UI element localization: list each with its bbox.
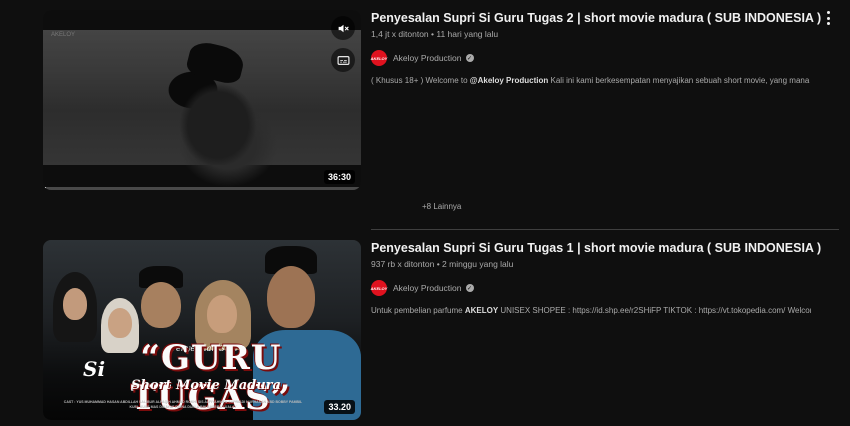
mute-button[interactable]: [331, 16, 355, 40]
view-count: 1,4 jt x ditonton: [371, 29, 429, 39]
video-title[interactable]: Penyesalan Supri Si Guru Tugas 2 | short…: [371, 11, 821, 25]
thumbnail-watermark: AKELOY: [51, 32, 76, 38]
upload-age: 2 minggu yang lalu: [442, 259, 514, 269]
poster-person: [108, 308, 132, 338]
result-divider: [371, 229, 839, 230]
video-description: ( Khusus 18+ ) Welcome to @Akeloy Produc…: [371, 76, 811, 85]
verified-icon: ✓: [465, 54, 474, 62]
poster-person: [207, 295, 237, 333]
video-meta: 937 rb x ditonton • 2 minggu yang lalu: [371, 259, 514, 269]
channel-avatar[interactable]: AKELOY: [371, 280, 387, 296]
description-mention[interactable]: @Akeloy Production: [470, 76, 548, 85]
captions-button[interactable]: [331, 48, 355, 72]
video-title[interactable]: Penyesalan Supri Si Guru Tugas 1 | short…: [371, 241, 821, 255]
video-thumbnail-1[interactable]: AKELOY 36:30: [43, 10, 361, 190]
view-count: 937 rb x ditonton: [371, 259, 435, 269]
video-result-1[interactable]: AKELOY 36:30 Penyesalan Supri Si Guru Tu…: [43, 10, 840, 190]
mute-icon: [338, 24, 349, 32]
captions-icon: [337, 55, 349, 65]
video-thumbnail-2[interactable]: Penyesalan Supri Si “GURU TUGAS” Short M…: [43, 240, 361, 420]
channel-avatar[interactable]: AKELOY: [371, 50, 387, 66]
video-info-2: Penyesalan Supri Si Guru Tugas 1 | short…: [371, 240, 821, 315]
upload-age: 11 hari yang lalu: [436, 29, 499, 39]
more-vert-icon[interactable]: [822, 10, 834, 26]
video-description: Untuk pembelian parfume AKELOY UNISEX SH…: [371, 306, 811, 315]
channel-name[interactable]: Akeloy Production: [393, 283, 462, 293]
poster-person: [141, 282, 181, 328]
duration-badge: 33.20: [324, 400, 355, 414]
poster-subtitle: Short Movie Madura: [131, 378, 281, 393]
video-result-2[interactable]: Penyesalan Supri Si “GURU TUGAS” Short M…: [43, 240, 840, 420]
duration-badge: 36:30: [323, 170, 355, 184]
poster-person: [267, 266, 315, 328]
description-bold: AKELOY: [464, 306, 499, 315]
verified-icon: ✓: [465, 284, 474, 292]
poster-cast: CAST : YUS MUHAMMAD HASAN ABDILLAH SALIB…: [63, 400, 303, 409]
more-results-link[interactable]: +8 Lainnya: [422, 202, 461, 211]
watch-progress-fill: [43, 187, 47, 190]
channel-name[interactable]: Akeloy Production: [393, 53, 462, 63]
video-info-1: Penyesalan Supri Si Guru Tugas 2 | short…: [371, 10, 821, 85]
video-meta: 1,4 jt x ditonton • 11 hari yang lalu: [371, 29, 499, 39]
watch-progress-bar: [43, 187, 361, 190]
channel-row[interactable]: AKELOY Akeloy Production ✓: [371, 50, 811, 66]
channel-row[interactable]: AKELOY Akeloy Production ✓: [371, 280, 811, 296]
poster-person: [63, 288, 87, 320]
